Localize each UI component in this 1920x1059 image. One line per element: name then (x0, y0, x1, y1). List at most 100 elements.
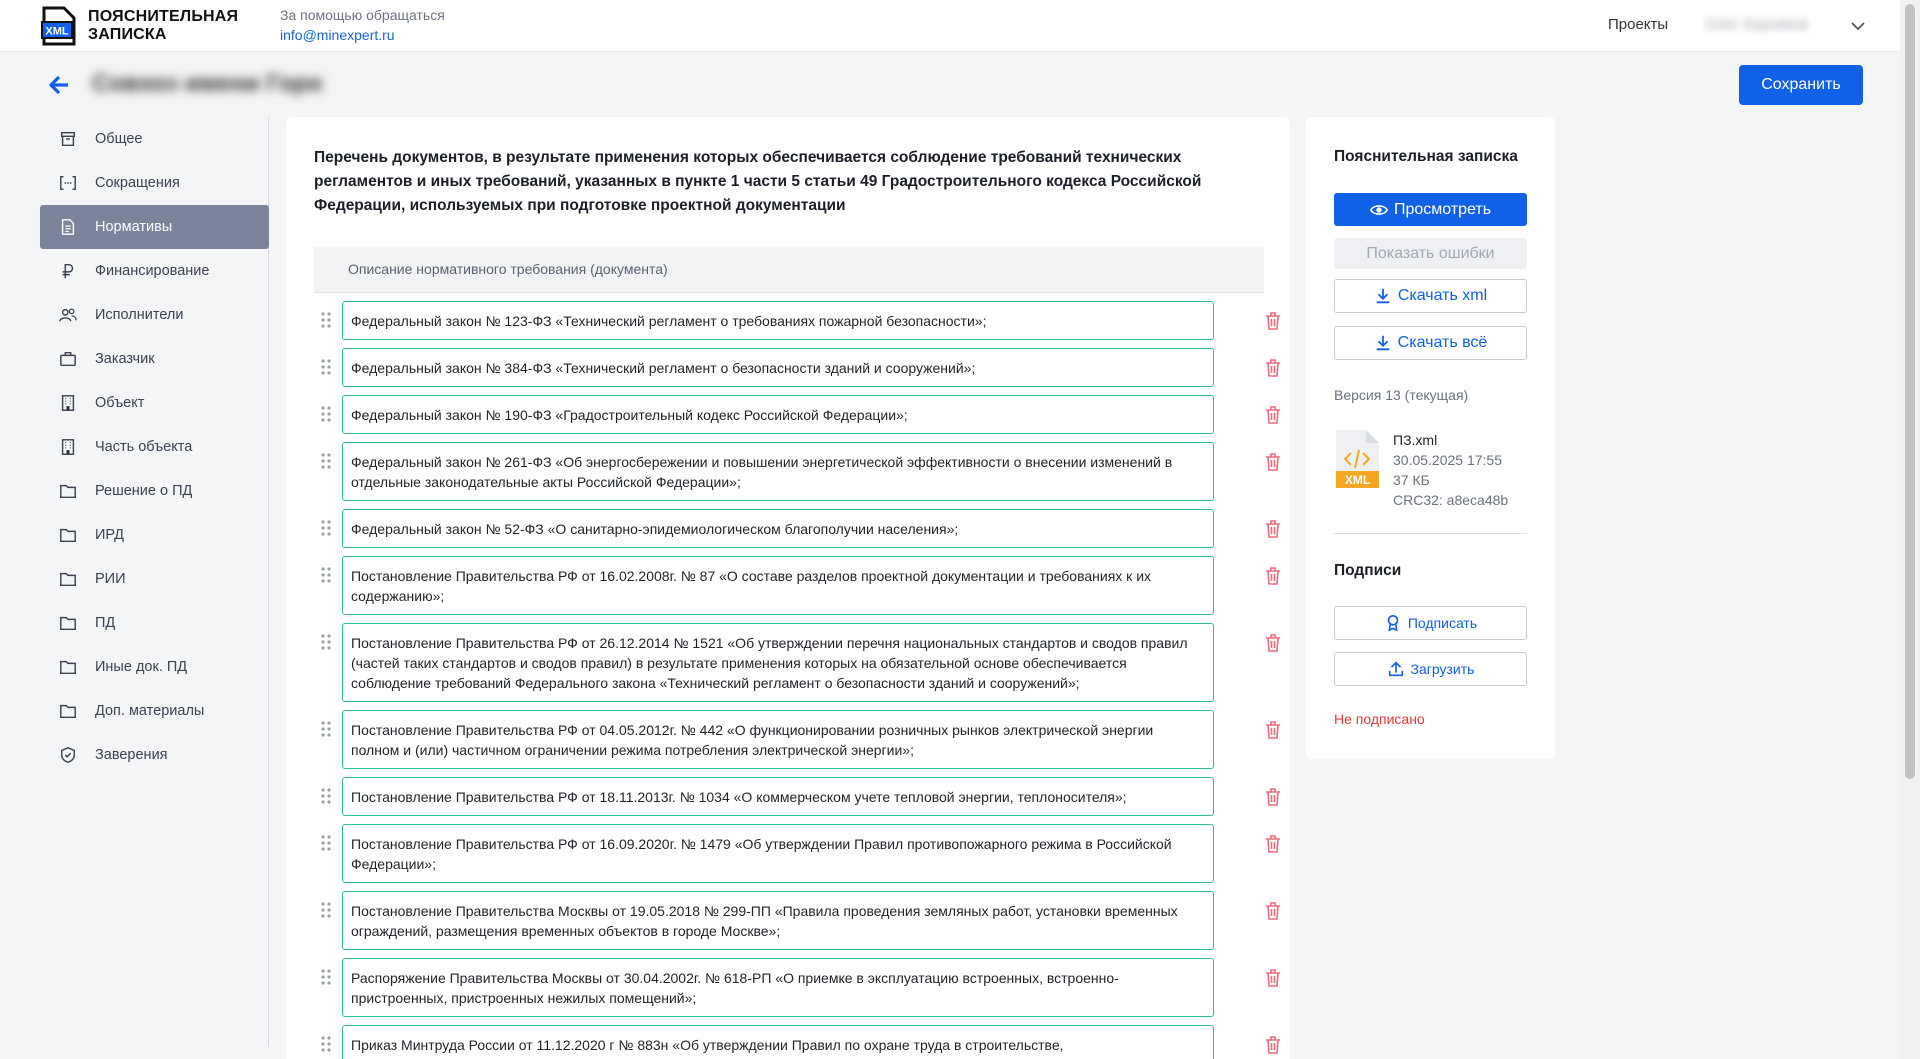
sidebar-item[interactable]: Объект (40, 381, 269, 425)
project-title: Совхоз имени Горн (92, 70, 323, 97)
sidebar-item[interactable]: Заверения (40, 733, 269, 777)
show-errors-button[interactable]: Показать ошибки (1334, 238, 1527, 269)
help-contact: За помощью обращаться info@minexpert.ru (280, 5, 445, 45)
norm-text-field[interactable]: Федеральный закон № 384-ФЗ «Технический … (342, 348, 1214, 387)
trash-icon[interactable] (1264, 720, 1282, 740)
download-xml-button[interactable]: Скачать xml (1334, 279, 1527, 313)
norm-text-field[interactable]: Постановление Правительства РФ от 04.05.… (342, 710, 1214, 769)
sign-button[interactable]: Подписать (1334, 606, 1527, 640)
file-size: 37 КБ (1393, 472, 1430, 488)
norm-text-field[interactable]: Постановление Правительства РФ от 16.09.… (342, 824, 1214, 883)
xml-file-icon[interactable]: XML (1334, 429, 1380, 489)
drag-handle-icon[interactable] (319, 519, 333, 537)
sidebar-item[interactable]: Решение о ПД (40, 469, 269, 513)
norm-text-field[interactable]: Постановление Правительства Москвы от 19… (342, 891, 1214, 950)
drag-handle-icon[interactable] (319, 452, 333, 470)
users-icon (58, 305, 78, 325)
section-heading: Перечень документов, в результате примен… (314, 149, 1202, 214)
sidebar-nav: Общее Сокращения Нормативы Финансирование Ис… (40, 117, 269, 1047)
drag-handle-icon[interactable] (319, 968, 333, 986)
file-date: 30.05.2025 17:55 (1393, 452, 1502, 468)
sidebar-item[interactable]: Финансирование (40, 249, 269, 293)
file-name[interactable]: ПЗ.xml (1393, 430, 1508, 450)
trash-icon[interactable] (1264, 834, 1282, 854)
norm-text-field[interactable]: Постановление Правительства РФ от 18.11.… (342, 777, 1214, 816)
sidebar-item[interactable]: Заказчик (40, 337, 269, 381)
drag-handle-icon[interactable] (319, 901, 333, 919)
drag-handle-icon[interactable] (319, 566, 333, 584)
norm-text-field[interactable]: Федеральный закон № 123-ФЗ «Технический … (342, 301, 1214, 340)
norm-text-field[interactable]: Постановление Правительства РФ от 16.02.… (342, 556, 1214, 615)
preview-button[interactable]: Просмотреть (1334, 193, 1527, 226)
norm-text-field[interactable]: Федеральный закон № 190-ФЗ «Градостроите… (342, 395, 1214, 434)
trash-icon[interactable] (1264, 452, 1282, 472)
download-all-button[interactable]: Скачать всё (1334, 326, 1527, 360)
norm-row: Постановление Правительства РФ от 26.12.… (314, 623, 1280, 702)
folder-icon (58, 613, 78, 633)
save-button[interactable]: Сохранить (1739, 65, 1863, 105)
app-logo[interactable]: XML ПОЯСНИТЕЛЬНАЯ ЗАПИСКА (40, 6, 238, 46)
trash-icon[interactable] (1264, 566, 1282, 586)
sidebar-item[interactable]: ИРД (40, 513, 269, 557)
column-header: Описание нормативного требования (докуме… (314, 247, 1264, 293)
drag-handle-icon[interactable] (319, 787, 333, 805)
norm-text-field[interactable]: Распоряжение Правительства Москвы от 30.… (342, 958, 1214, 1017)
trash-icon[interactable] (1264, 358, 1282, 378)
logo-title: ПОЯСНИТЕЛЬНАЯ ЗАПИСКА (88, 8, 238, 44)
folder-icon (58, 569, 78, 589)
ruble-icon (58, 261, 78, 281)
trash-icon[interactable] (1264, 405, 1282, 425)
app-header: XML ПОЯСНИТЕЛЬНАЯ ЗАПИСКА За помощью обр… (0, 0, 1900, 52)
upload-button[interactable]: Загрузить (1334, 652, 1527, 686)
folder-icon (58, 525, 78, 545)
drag-handle-icon[interactable] (319, 834, 333, 852)
sign-label: Подписать (1407, 615, 1478, 631)
trash-icon[interactable] (1264, 311, 1282, 331)
help-email-link[interactable]: info@minexpert.ru (280, 25, 445, 45)
scrollbar-thumb[interactable] (1905, 4, 1915, 779)
norm-row: Постановление Правительства РФ от 16.02.… (314, 556, 1280, 615)
norm-text-field[interactable]: Федеральный закон № 52-ФЗ «О санитарно-э… (342, 509, 1214, 548)
user-name[interactable]: Олег Корняков (1705, 16, 1808, 33)
drag-handle-icon[interactable] (319, 405, 333, 423)
trash-icon[interactable] (1264, 901, 1282, 921)
archive-icon (58, 129, 78, 149)
eye-icon (1369, 204, 1388, 215)
svg-text:XML: XML (45, 26, 69, 38)
sidebar-item[interactable]: Нормативы (40, 205, 269, 249)
sidebar-item[interactable]: Доп. материалы (40, 689, 269, 733)
logo-title-line1: ПОЯСНИТЕЛЬНАЯ (88, 8, 239, 25)
sidebar-item-label: Доп. материалы (95, 703, 205, 719)
folder-icon (58, 657, 78, 677)
sidebar-item[interactable]: Исполнители (40, 293, 269, 337)
drag-handle-icon[interactable] (319, 1035, 333, 1053)
sidebar-item[interactable]: Общее (40, 117, 269, 161)
back-arrow-icon[interactable] (48, 74, 70, 96)
sidebar-item[interactable]: Часть объекта (40, 425, 269, 469)
sidebar-item-label: Часть объекта (95, 439, 193, 455)
drag-handle-icon[interactable] (319, 311, 333, 329)
norm-text-field[interactable]: Постановление Правительства РФ от 26.12.… (342, 623, 1214, 702)
trash-icon[interactable] (1264, 1035, 1282, 1055)
page-scrollbar[interactable] (1900, 0, 1920, 1059)
sidebar-item[interactable]: РИИ (40, 557, 269, 601)
sidebar-item[interactable]: ПД (40, 601, 269, 645)
chevron-down-icon[interactable] (1848, 16, 1868, 36)
folder-icon (58, 481, 78, 501)
nav-projects-link[interactable]: Проекты (1608, 16, 1668, 33)
drag-handle-icon[interactable] (319, 720, 333, 738)
sidebar-item-label: РИИ (95, 571, 126, 587)
trash-icon[interactable] (1264, 633, 1282, 653)
norm-text-field[interactable]: Приказ Минтруда России от 11.12.2020 г №… (342, 1025, 1214, 1059)
trash-icon[interactable] (1264, 968, 1282, 988)
drag-handle-icon[interactable] (319, 633, 333, 651)
sidebar-item[interactable]: Иные док. ПД (40, 645, 269, 689)
trash-icon[interactable] (1264, 787, 1282, 807)
norm-text-field[interactable]: Федеральный закон № 261-ФЗ «Об энергосбе… (342, 442, 1214, 501)
sidebar-item[interactable]: Сокращения (40, 161, 269, 205)
trash-icon[interactable] (1264, 519, 1282, 539)
errors-label: Показать ошибки (1366, 244, 1495, 262)
drag-handle-icon[interactable] (319, 358, 333, 376)
sidebar-item-label: Общее (95, 131, 143, 147)
divider (1334, 533, 1527, 534)
